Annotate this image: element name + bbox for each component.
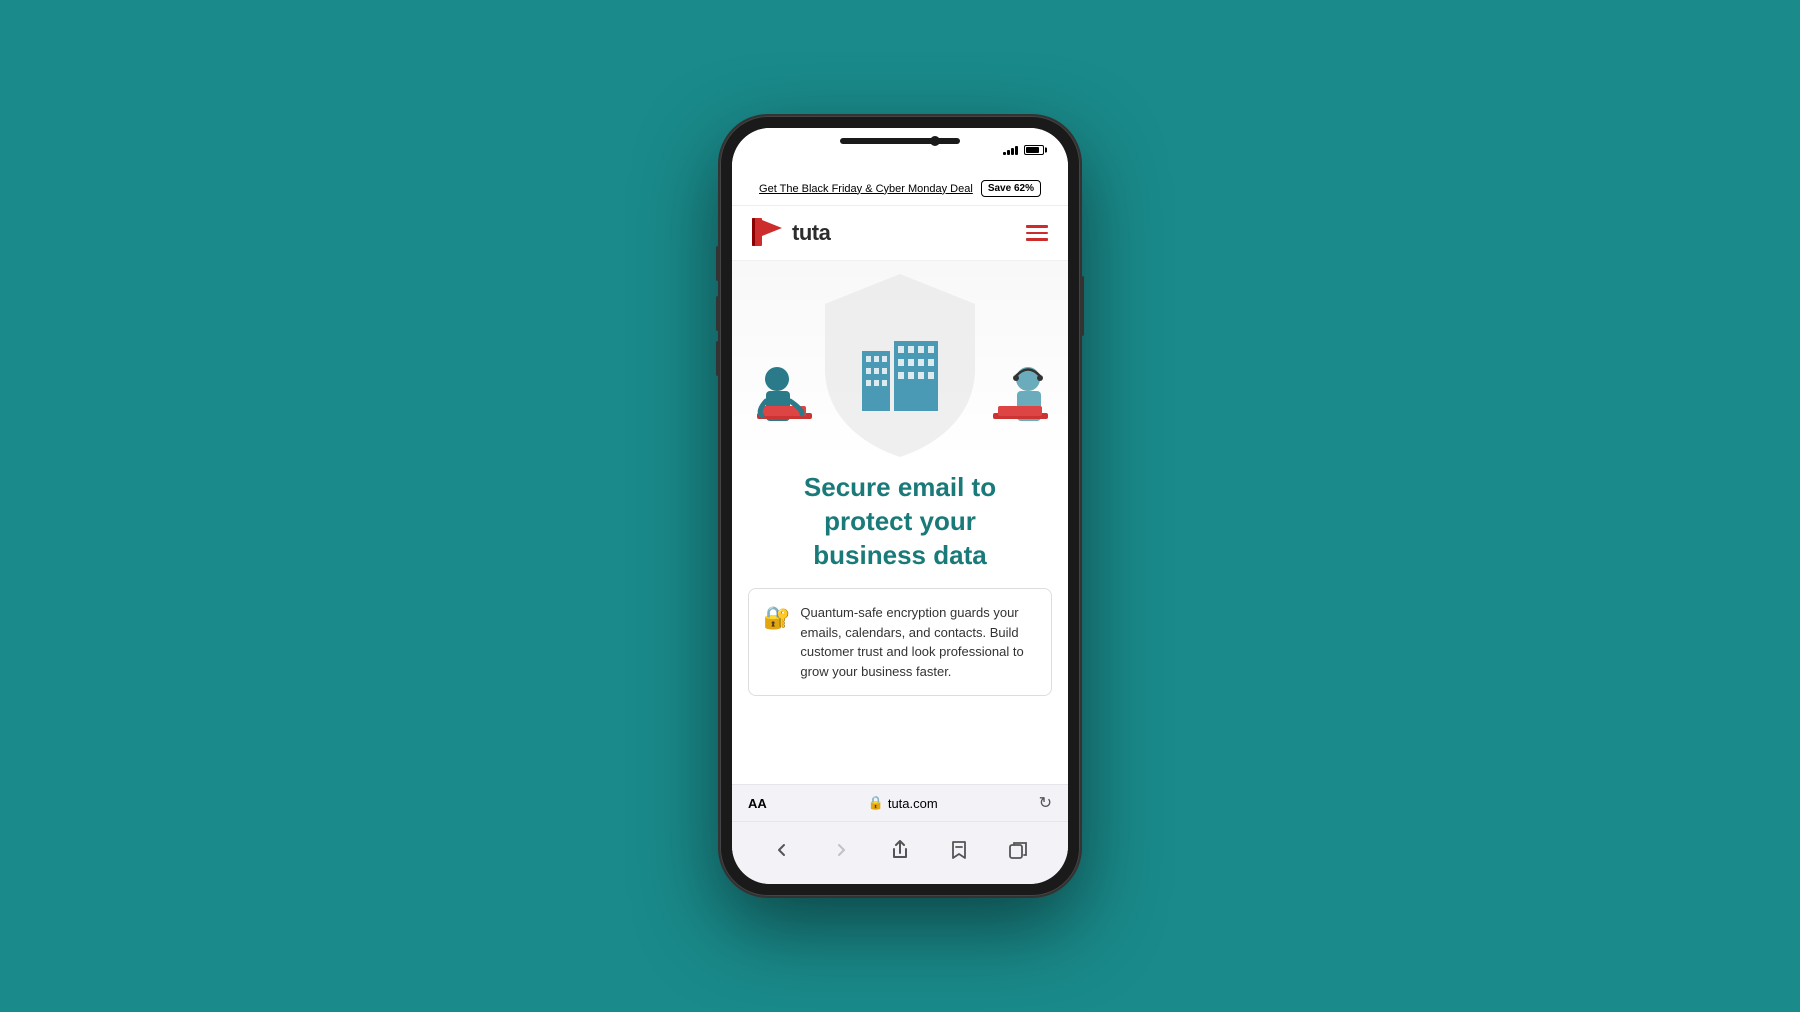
url-lock-icon: 🔒 <box>868 795 884 811</box>
menu-line-2 <box>1026 232 1048 235</box>
bookmarks-button[interactable] <box>941 832 977 868</box>
tabs-button[interactable] <box>1000 832 1036 868</box>
back-button[interactable] <box>764 832 800 868</box>
logo-text: tuta <box>792 220 830 246</box>
status-bar <box>732 128 1068 172</box>
bottom-nav-bar <box>732 821 1068 884</box>
tuta-logo-icon <box>752 218 788 248</box>
person-right-graphic <box>973 351 1053 451</box>
hero-heading: Secure email to protect your business da… <box>756 471 1044 572</box>
url-domain-text: tuta.com <box>888 796 938 811</box>
battery-icon <box>1024 145 1044 155</box>
phone-device: Get The Black Friday & Cyber Monday Deal… <box>720 116 1080 896</box>
info-card: 🔐 Quantum-safe encryption guards your em… <box>748 588 1052 696</box>
menu-button[interactable] <box>1026 225 1048 241</box>
url-domain-container[interactable]: 🔒 tuta.com <box>868 795 938 811</box>
encryption-lock-icon: 🔐 <box>763 605 790 631</box>
promo-text: Get The Black Friday & Cyber Monday Deal <box>759 183 973 195</box>
aa-text-size[interactable]: AA <box>748 796 767 811</box>
status-bar-notch <box>840 138 960 144</box>
share-button[interactable] <box>882 832 918 868</box>
content-area: Secure email to protect your business da… <box>732 261 1068 784</box>
menu-line-3 <box>1026 238 1048 241</box>
menu-line-1 <box>1026 225 1048 228</box>
signal-icon <box>1003 145 1018 155</box>
reload-button[interactable]: ↻ <box>1039 793 1052 813</box>
forward-button[interactable] <box>823 832 859 868</box>
save-badge: Save 62% <box>981 180 1041 197</box>
url-bar[interactable]: AA 🔒 tuta.com ↻ <box>732 784 1068 821</box>
logo-container[interactable]: tuta <box>752 218 830 248</box>
status-bar-camera <box>930 136 940 146</box>
status-icons <box>1003 145 1044 155</box>
building-graphic <box>860 336 940 426</box>
hero-illustration <box>732 261 1068 461</box>
phone-screen: Get The Black Friday & Cyber Monday Deal… <box>732 128 1068 884</box>
info-card-text: Quantum-safe encryption guards your emai… <box>800 603 1037 681</box>
hero-text: Secure email to protect your business da… <box>732 461 1068 588</box>
person-left-graphic <box>752 351 832 451</box>
promo-banner[interactable]: Get The Black Friday & Cyber Monday Deal… <box>732 172 1068 206</box>
nav-header: tuta <box>732 206 1068 261</box>
